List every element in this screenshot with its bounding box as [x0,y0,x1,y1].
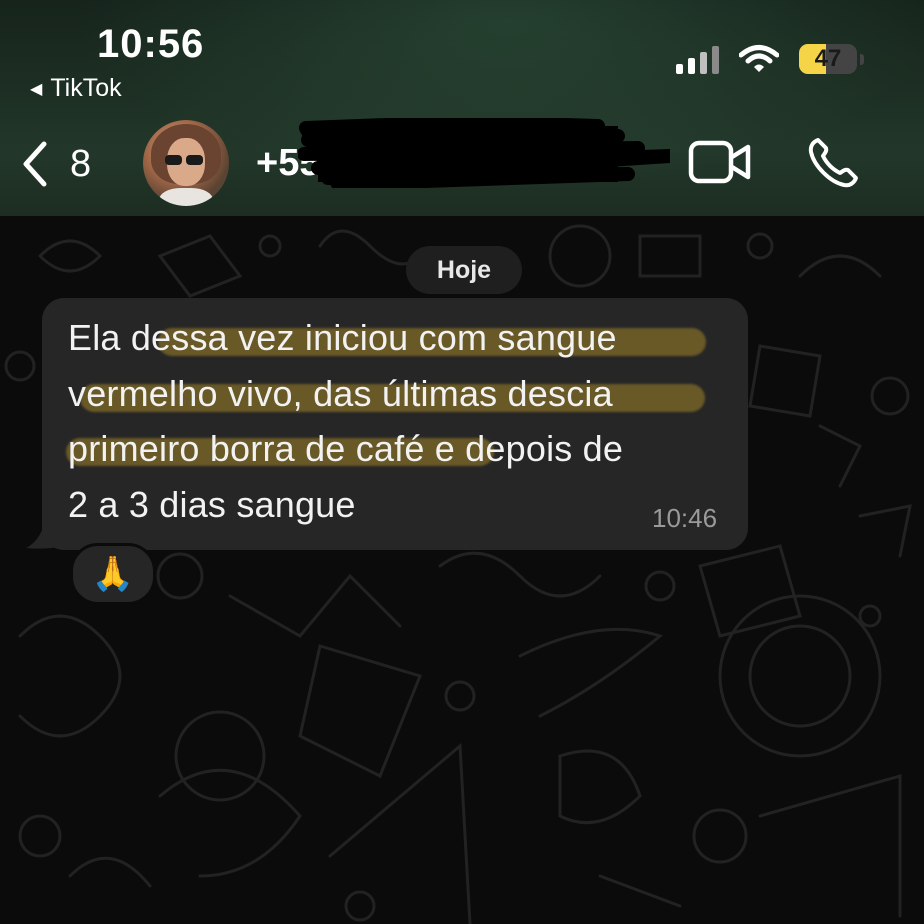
redaction-scribble [298,118,670,188]
message-reaction[interactable]: 🙏 [70,543,156,605]
phone-icon[interactable] [806,136,860,190]
battery-indicator: 47 [799,44,864,74]
back-to-app-link[interactable]: ◀ TikTok [30,74,122,103]
message-time: 10:46 [652,503,718,533]
cellular-signal-icon [676,44,719,74]
unread-count: 8 [70,142,92,185]
battery-percent: 47 [814,45,842,72]
back-app-label: TikTok [50,74,122,102]
video-call-icon[interactable] [688,140,752,184]
chat-header: 10:56 ◀ TikTok 47 8 +55 [0,0,924,216]
wifi-icon [739,45,779,72]
back-triangle-icon: ◀ [30,80,43,98]
status-time: 10:56 [97,22,205,66]
chevron-left-icon [23,141,47,187]
status-icons: 47 [676,44,864,74]
chat-area[interactable]: Hoje Ela dessa vez iniciou com sangue ve… [0,216,924,924]
back-button[interactable]: 8 [20,140,91,188]
contact-avatar[interactable] [143,120,229,206]
message-text: Ela dessa vez iniciou com sangue vermelh… [68,317,624,525]
date-separator: Hoje [406,246,522,294]
